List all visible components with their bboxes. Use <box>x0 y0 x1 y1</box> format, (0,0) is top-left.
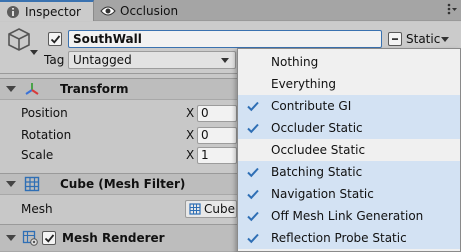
active-toggle[interactable] <box>48 32 62 46</box>
eye-icon <box>100 3 116 19</box>
tag-value: Untagged <box>73 53 132 67</box>
static-toggle[interactable] <box>388 32 402 46</box>
menu-item-everything[interactable]: Everything <box>238 73 460 95</box>
static-flags-menu: Nothing Everything Contribute GI Occlude… <box>237 48 461 252</box>
mesh-grid-icon <box>189 203 201 215</box>
info-icon <box>5 4 21 20</box>
tab-menu-button[interactable] <box>432 2 458 18</box>
mesh-grid-icon <box>24 176 40 192</box>
checkmark-icon <box>247 211 259 222</box>
checkmark-icon <box>247 189 259 200</box>
menu-item-reflection-probe-static[interactable]: Reflection Probe Static <box>238 227 460 249</box>
object-name-field[interactable]: SouthWall <box>68 30 382 48</box>
rotation-x-field[interactable]: 0 <box>197 126 237 144</box>
menu-item-occluder-static[interactable]: Occluder Static <box>238 117 460 139</box>
gameobject-cube-icon[interactable] <box>6 26 32 52</box>
tab-inspector[interactable]: Inspector <box>0 0 94 21</box>
mesh-field[interactable]: Cube <box>185 200 237 218</box>
tag-label: Tag <box>44 53 65 67</box>
menu-item-batching-static[interactable]: Batching Static <box>238 161 460 183</box>
rotation-x-label: X <box>186 128 195 142</box>
mesh-renderer-enabled-toggle[interactable] <box>42 231 56 245</box>
tag-dropdown[interactable]: Untagged <box>68 51 236 69</box>
checkmark-icon <box>44 233 54 243</box>
rotation-label: Rotation <box>21 128 72 142</box>
foldout-arrow-icon[interactable] <box>6 181 16 187</box>
tab-label: Inspector <box>25 4 81 19</box>
transform-axes-icon <box>24 81 40 97</box>
menu-item-contribute-gi[interactable]: Contribute GI <box>238 95 460 117</box>
transform-title: Transform <box>60 82 129 96</box>
chevron-down-icon <box>221 58 229 63</box>
scale-label: Scale <box>21 148 54 162</box>
mesh-value: Cube <box>204 202 235 216</box>
position-x-field[interactable]: 0 <box>197 104 237 122</box>
checkmark-icon <box>247 101 259 112</box>
static-label: Static <box>406 32 441 46</box>
static-dropdown-button[interactable] <box>438 32 452 46</box>
mesh-label: Mesh <box>21 202 53 216</box>
checkmark-icon <box>247 233 259 244</box>
chevron-down-icon <box>441 36 449 42</box>
scale-x-field[interactable]: 1 <box>197 146 237 164</box>
mesh-renderer-title: Mesh Renderer <box>62 231 165 245</box>
checkmark-icon <box>247 167 259 178</box>
foldout-arrow-icon[interactable] <box>6 235 16 241</box>
menu-item-navigation-static[interactable]: Navigation Static <box>238 183 460 205</box>
checkmark-icon <box>247 123 259 134</box>
mesh-renderer-icon <box>22 230 38 246</box>
scale-x-label: X <box>186 148 195 162</box>
menu-item-nothing[interactable]: Nothing <box>238 51 460 73</box>
checkmark-icon <box>50 34 60 44</box>
tab-label: Occlusion <box>120 3 179 18</box>
mixed-dash-icon <box>392 38 398 40</box>
kebab-menu-icon <box>446 2 458 19</box>
mesh-filter-title: Cube (Mesh Filter) <box>60 177 186 191</box>
foldout-arrow-icon[interactable] <box>6 86 16 92</box>
position-x-label: X <box>186 106 195 120</box>
menu-item-off-mesh-link-generation[interactable]: Off Mesh Link Generation <box>238 205 460 227</box>
tab-occlusion[interactable]: Occlusion <box>95 0 207 21</box>
position-label: Position <box>21 106 68 120</box>
icon-dropdown-arrow-icon[interactable] <box>30 50 38 55</box>
menu-item-occludee-static[interactable]: Occludee Static <box>238 139 460 161</box>
